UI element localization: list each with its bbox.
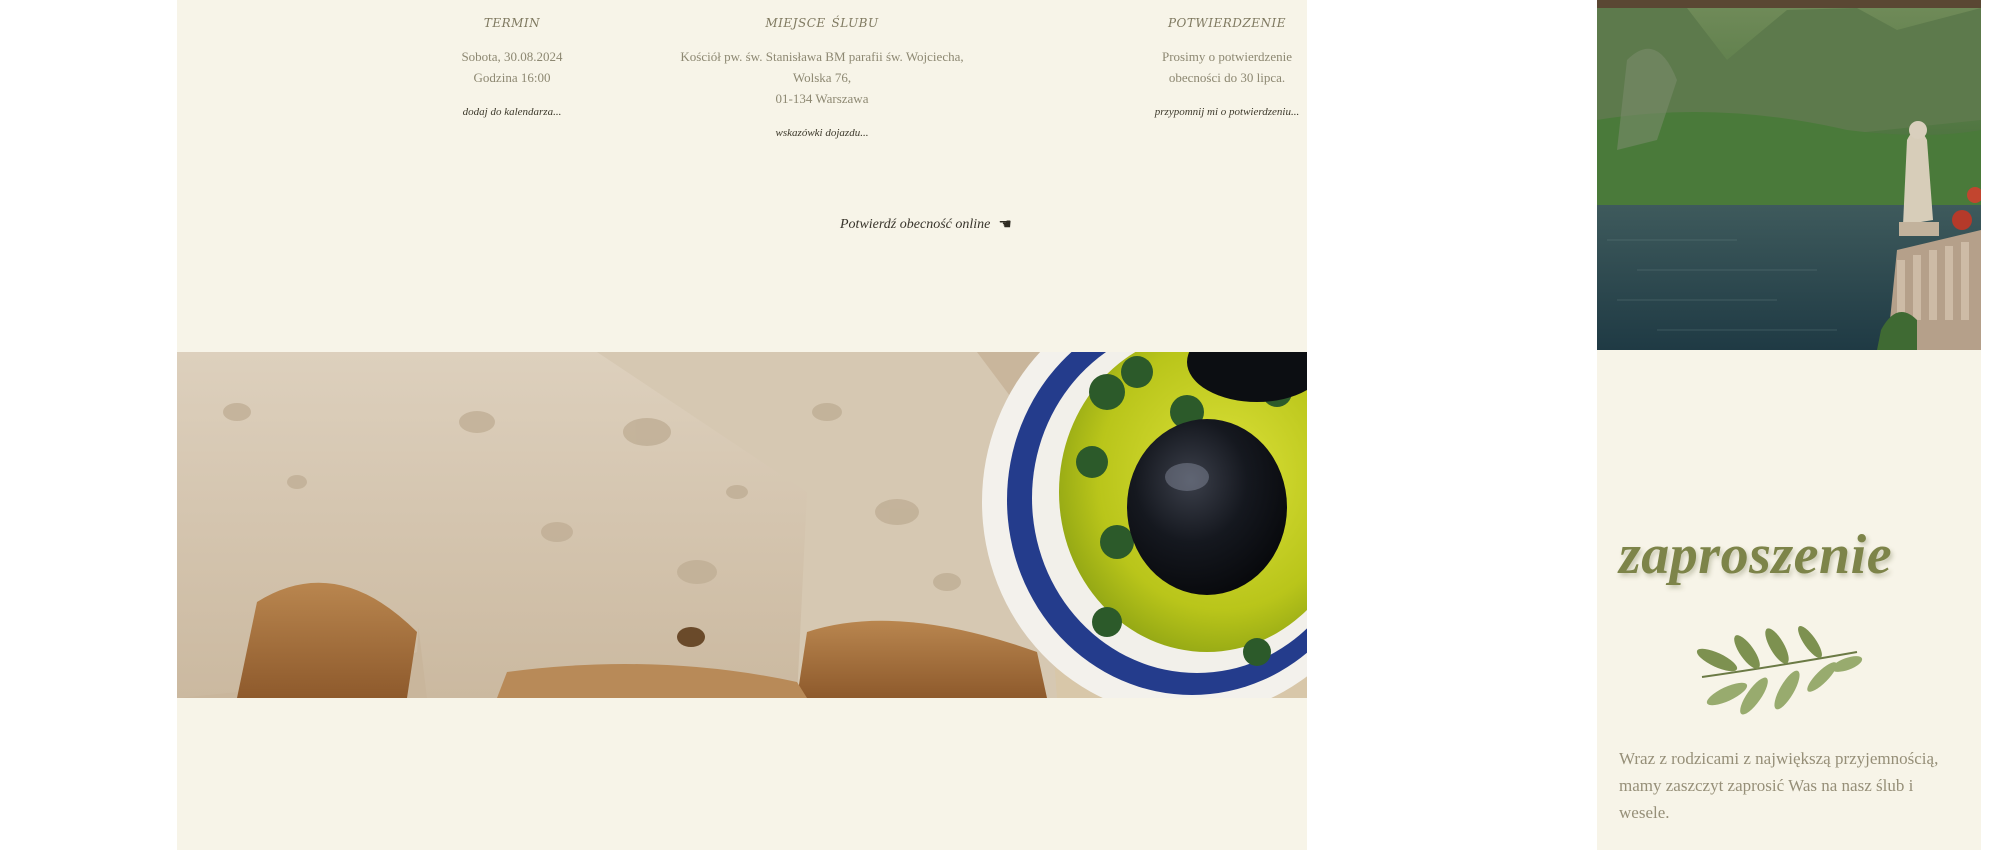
rsvp-section: potwierdzenie Prosimy o potwierdzenie ob… (1037, 10, 1417, 120)
confirm-online-button[interactable]: Potwierdź obecność online ☚ (840, 215, 1012, 234)
rsvp-heading: potwierdzenie (1167, 12, 1286, 32)
venue-city: 01-134 Warszawa (775, 91, 869, 106)
pointing-hand-icon: ☚ (998, 217, 1012, 233)
venue-name: Kościół pw. św. Stanisława BM parafii św… (680, 49, 964, 64)
rsvp-deadline: obecności do 30 lipca. (1168, 70, 1286, 85)
venue-heading: miejsce ślubu (765, 12, 879, 32)
wedding-details-panel: termin Sobota, 30.08.2024 Godzina 16:00 … (177, 0, 1307, 850)
add-to-calendar-link[interactable]: dodaj do kalendarza... (463, 106, 562, 118)
confirm-online-label: Potwierdź obecność online (840, 216, 991, 232)
venue-street: Wolska 76, (792, 70, 852, 85)
invitation-text: Wraz z rodzicami z największą przyjemnoś… (1619, 749, 1939, 822)
invitation-title: zaproszenie (1619, 524, 1893, 586)
olive-branch-icon (1692, 622, 1867, 722)
rsvp-reminder-link[interactable]: przypomnij mi o potwierdzeniu... (1155, 106, 1299, 118)
rsvp-request: Prosimy o potwierdzenie (1162, 49, 1292, 64)
invitation-panel: zaproszenie Wraz z rodzicami z największ… (1597, 0, 1981, 850)
lake-como-photo (1597, 0, 1981, 350)
venue-section: miejsce ślubu Kościół pw. św. Stanisława… (577, 10, 1067, 141)
bread-olives-photo (177, 352, 1307, 698)
directions-link[interactable]: wskazówki dojazdu... (776, 127, 869, 139)
page-canvas: termin Sobota, 30.08.2024 Godzina 16:00 … (0, 0, 2000, 850)
